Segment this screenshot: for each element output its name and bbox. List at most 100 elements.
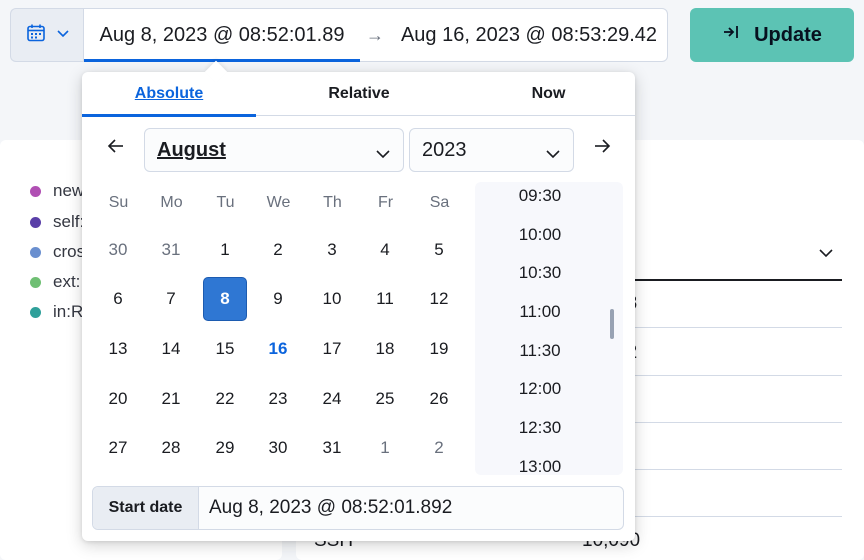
row-divider (616, 422, 842, 423)
legend-label: in:R (53, 302, 84, 321)
month-value: August (157, 138, 226, 161)
legend-item[interactable]: cros (30, 242, 85, 262)
calendar-day[interactable]: 1 (363, 426, 407, 470)
popover-tabs: Absolute Relative Now (82, 72, 635, 117)
calendar-day[interactable]: 2 (256, 228, 300, 272)
row-divider (616, 469, 842, 470)
weekday-label: Th (323, 194, 342, 211)
time-option[interactable]: 10:00 (475, 225, 605, 245)
calendar-day[interactable]: 15 (203, 327, 247, 371)
legend-item[interactable]: new (30, 181, 84, 201)
calendar-day[interactable]: 4 (363, 228, 407, 272)
refresh-icon (722, 23, 742, 47)
weekday-label: Su (108, 194, 129, 211)
time-option[interactable]: 11:00 (475, 302, 605, 322)
legend-label: new (53, 181, 85, 200)
calendar-day[interactable]: 27 (96, 426, 140, 470)
year-value: 2023 (422, 138, 467, 161)
time-option[interactable]: 11:30 (475, 341, 605, 361)
calendar-day[interactable]: 5 (417, 228, 461, 272)
calendar-day[interactable]: 3 (310, 228, 354, 272)
legend-label: self: (53, 212, 85, 231)
next-month-button[interactable] (584, 130, 620, 166)
update-button[interactable]: Update (690, 8, 854, 62)
row-divider (616, 327, 842, 328)
time-option[interactable]: 12:30 (475, 418, 605, 438)
start-date-field: Start date Aug 8, 2023 @ 08:52:01.892 (92, 486, 624, 530)
start-date-button[interactable]: Aug 8, 2023 @ 08:52:01.89 (84, 9, 360, 62)
legend-item[interactable]: self: (30, 212, 84, 232)
calendar-day[interactable]: 9 (256, 277, 300, 321)
calendar-day[interactable]: 30 (96, 228, 140, 272)
time-option[interactable]: 12:00 (475, 379, 605, 399)
legend-dot-icon (30, 306, 41, 318)
calendar-day[interactable]: 14 (149, 327, 193, 371)
calendar-day[interactable]: 29 (203, 426, 247, 470)
tab-now[interactable]: Now (462, 72, 635, 116)
tab-absolute[interactable]: Absolute (82, 72, 256, 117)
calendar-day[interactable]: 18 (363, 327, 407, 371)
calendar-day[interactable]: 28 (149, 426, 193, 470)
weekday-label: Tu (216, 194, 235, 211)
start-date-label: Start date (93, 487, 199, 529)
time-list-scrollbar[interactable] (610, 309, 614, 339)
header-divider (616, 279, 842, 281)
calendar-day[interactable]: 31 (149, 228, 193, 272)
tab-relative[interactable]: Relative (256, 72, 462, 116)
calendar-day[interactable]: 31 (310, 426, 354, 470)
legend-label: cros (53, 242, 86, 261)
date-picker-popover: Absolute Relative Now August 2023 Su Mo … (82, 60, 635, 541)
calendar-day[interactable]: 21 (149, 377, 193, 421)
calendar-day[interactable]: 17 (310, 327, 354, 371)
calendar-day[interactable]: 1 (203, 228, 247, 272)
weekday-label: Mo (160, 194, 183, 211)
calendar-day[interactable]: 30 (256, 426, 300, 470)
arrow-right-icon: → (366, 24, 384, 45)
calendar-day[interactable]: 7 (149, 277, 193, 321)
calendar-icon (26, 23, 46, 48)
row-divider (616, 375, 842, 376)
start-date-input[interactable]: Aug 8, 2023 @ 08:52:01.892 (209, 487, 452, 529)
date-range: Aug 8, 2023 @ 08:52:01.89 → Aug 16, 2023… (83, 8, 668, 62)
calendar-day[interactable]: 19 (417, 327, 461, 371)
time-list[interactable]: 09:30 10:00 10:30 11:00 11:30 12:00 12:3… (475, 182, 623, 475)
legend-dot-icon (30, 246, 41, 258)
update-label: Update (754, 23, 822, 46)
calendar-day[interactable]: 16 (256, 327, 300, 371)
calendar-day[interactable]: 6 (96, 277, 140, 321)
previous-month-button[interactable] (98, 130, 134, 166)
row-divider (616, 516, 842, 517)
calendar-day[interactable]: 13 (96, 327, 140, 371)
quick-select-button[interactable] (10, 8, 84, 62)
calendar-day[interactable]: 24 (310, 377, 354, 421)
calendar-day[interactable]: 2 (417, 426, 461, 470)
chevron-down-icon[interactable] (818, 246, 834, 264)
legend-label: ext: (53, 272, 81, 291)
year-select[interactable]: 2023 (409, 128, 574, 172)
calendar-day[interactable]: 25 (363, 377, 407, 421)
legend-item[interactable]: in:R (30, 302, 83, 322)
calendar-day[interactable]: 26 (417, 377, 461, 421)
legend-dot-icon (30, 216, 41, 228)
time-option[interactable]: 13:00 (475, 457, 605, 475)
calendar-day[interactable]: 22 (203, 377, 247, 421)
arrow-right-icon (593, 138, 611, 159)
time-option[interactable]: 10:30 (475, 263, 605, 283)
calendar-day[interactable]: 10 (310, 277, 354, 321)
calendar-day[interactable]: 8 (203, 277, 247, 321)
calendar-day[interactable]: 12 (417, 277, 461, 321)
month-select[interactable]: August (144, 128, 404, 172)
arrow-left-icon (107, 138, 125, 159)
calendar-day[interactable]: 11 (363, 277, 407, 321)
chevron-down-icon (56, 26, 70, 44)
weekday-label: Sa (429, 194, 450, 211)
weekday-label: We (266, 194, 291, 211)
calendar-day[interactable]: 20 (96, 377, 140, 421)
calendar-day[interactable]: 23 (256, 377, 300, 421)
end-date-button[interactable]: Aug 16, 2023 @ 08:53:29.42 (390, 9, 668, 61)
legend-item[interactable]: ext: (30, 272, 80, 292)
legend-dot-icon (30, 185, 41, 197)
chevron-down-icon (545, 143, 561, 166)
time-option[interactable]: 09:30 (475, 186, 605, 206)
legend-dot-icon (30, 276, 41, 288)
